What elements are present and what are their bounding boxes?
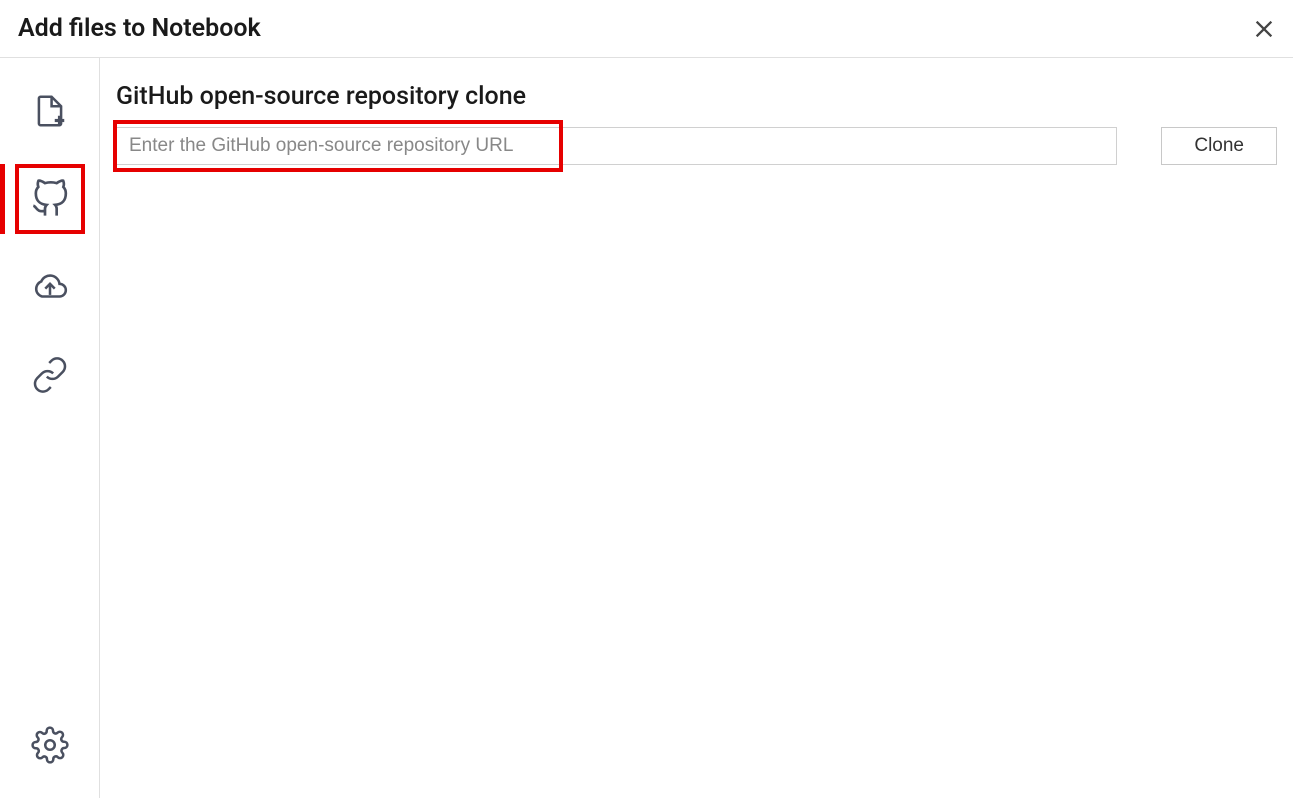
- repository-url-input[interactable]: [116, 127, 1117, 165]
- link-icon: [31, 356, 69, 394]
- url-input-wrapper: [116, 127, 1117, 165]
- close-button[interactable]: [1253, 18, 1275, 40]
- dialog-body: GitHub open-source repository clone Clon…: [0, 58, 1293, 798]
- sidebar: [0, 58, 100, 798]
- cloud-upload-icon: [31, 268, 69, 306]
- file-plus-icon: [31, 92, 69, 130]
- content-pane: GitHub open-source repository clone Clon…: [100, 58, 1293, 798]
- clone-button[interactable]: Clone: [1161, 127, 1277, 165]
- github-icon: [30, 179, 70, 219]
- gear-icon: [31, 726, 69, 764]
- sidebar-item-github[interactable]: [15, 164, 85, 234]
- section-title: GitHub open-source repository clone: [116, 82, 1277, 111]
- dialog-header: Add files to Notebook: [0, 0, 1293, 58]
- sidebar-item-cloud-upload[interactable]: [15, 252, 85, 322]
- input-row: Clone: [116, 127, 1277, 165]
- sidebar-item-file[interactable]: [15, 76, 85, 146]
- close-icon: [1253, 18, 1275, 40]
- dialog-title: Add files to Notebook: [18, 14, 261, 43]
- sidebar-item-link[interactable]: [15, 340, 85, 410]
- sidebar-item-settings[interactable]: [15, 710, 85, 780]
